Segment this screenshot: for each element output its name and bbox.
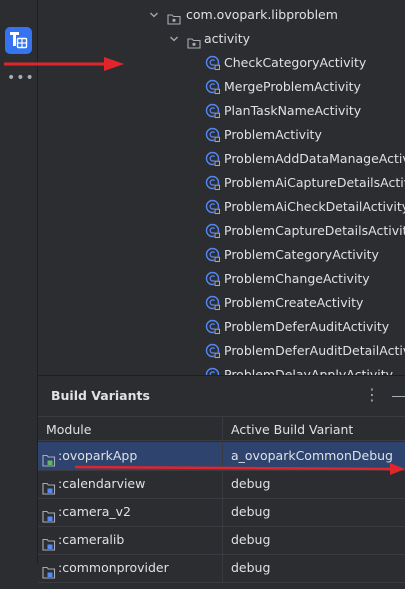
module-name: :calendarview <box>58 476 146 491</box>
activity-class-icon <box>205 103 221 119</box>
tree-item[interactable]: ProblemDeferAuditDetailActivity <box>38 339 405 363</box>
more-tool-windows-button[interactable]: ••• <box>7 70 34 86</box>
table-row[interactable]: :ovoparkApp a_ovoparkCommonDebug <box>38 442 405 471</box>
tree-row-package[interactable]: com.ovopark.libproblem <box>38 3 405 27</box>
tree-item[interactable]: ProblemDelayApplyActivity <box>38 363 405 375</box>
chevron-down-icon[interactable] <box>149 10 159 20</box>
module-icon <box>42 533 56 551</box>
module-cell[interactable]: :calendarview <box>38 470 223 498</box>
tree-item-label: ProblemActivity <box>224 127 322 142</box>
table-row[interactable]: :commonprovider debug <box>38 554 405 583</box>
tree-item[interactable]: ProblemAiCaptureDetailsActivity <box>38 171 405 195</box>
activity-class-icon <box>205 79 221 95</box>
tree-item[interactable]: ProblemCategoryActivity <box>38 243 405 267</box>
module-cell[interactable]: :camera_v2 <box>38 498 223 526</box>
tree-item[interactable]: ProblemAiCheckDetailActivity <box>38 195 405 219</box>
tree-item[interactable]: ProblemCaptureDetailsActivity <box>38 219 405 243</box>
tree-item-label: ProblemAiCaptureDetailsActivity <box>224 175 405 190</box>
package-folder-icon <box>187 33 201 49</box>
activity-class-icon <box>205 199 221 215</box>
table-row[interactable]: :cameralib debug <box>38 526 405 555</box>
module-cell[interactable]: :ovoparkApp <box>38 442 223 470</box>
activity-class-icon <box>205 343 221 359</box>
project-tree: com.ovopark.libproblem activity CheckCat… <box>38 0 405 375</box>
column-header-module[interactable]: Module <box>38 416 223 441</box>
activity-class-icon <box>205 151 221 167</box>
variant-cell[interactable]: debug <box>223 498 405 526</box>
minimize-icon[interactable] <box>392 396 405 397</box>
tree-item[interactable]: ProblemAddDataManageActivity <box>38 147 405 171</box>
tree-item[interactable]: ProblemChangeActivity <box>38 267 405 291</box>
build-variants-icon <box>10 32 28 49</box>
table-row[interactable]: :camera_v2 debug <box>38 498 405 527</box>
activity-class-icon <box>205 175 221 191</box>
activity-class-icon <box>205 55 221 71</box>
module-icon <box>42 477 56 495</box>
chevron-down-icon[interactable] <box>169 34 179 44</box>
package-label: com.ovopark.libproblem <box>186 7 338 22</box>
module-cell[interactable]: :commonprovider <box>38 554 223 582</box>
tree-item-label: ProblemCategoryActivity <box>224 247 379 262</box>
tree-item[interactable]: CheckCategoryActivity <box>38 51 405 75</box>
activity-class-icon <box>205 295 221 311</box>
folder-label: activity <box>204 31 251 46</box>
panel-options-icon[interactable]: ⋮ <box>364 385 380 404</box>
tree-item-label: ProblemChangeActivity <box>224 271 370 286</box>
tool-window-strip: ••• <box>0 0 38 564</box>
build-variants-tool-button[interactable] <box>5 27 32 54</box>
activity-class-icon <box>205 319 221 335</box>
activity-class-icon <box>205 127 221 143</box>
table-row[interactable]: :calendarview debug <box>38 470 405 499</box>
build-variants-panel: Build Variants ⋮ Module Active Build Var… <box>38 375 405 583</box>
tree-item-label: CheckCategoryActivity <box>224 55 367 70</box>
tree-item-label: ProblemAiCheckDetailActivity <box>224 199 405 214</box>
module-cell[interactable]: :cameralib <box>38 526 223 554</box>
module-icon <box>42 505 56 523</box>
module-name: :cameralib <box>58 532 125 547</box>
tree-item-label: MergeProblemActivity <box>224 79 361 94</box>
module-name: :camera_v2 <box>58 504 132 519</box>
tree-item[interactable]: PlanTaskNameActivity <box>38 99 405 123</box>
activity-class-icon <box>205 247 221 263</box>
variant-cell[interactable]: debug <box>223 554 405 582</box>
tree-item-label: ProblemCaptureDetailsActivity <box>224 223 405 238</box>
tree-item[interactable]: MergeProblemActivity <box>38 75 405 99</box>
activity-class-icon <box>205 271 221 287</box>
tree-item-label: ProblemDelayApplyActivity <box>224 367 393 375</box>
tree-item-label: ProblemDeferAuditDetailActivity <box>224 343 405 358</box>
module-icon <box>42 449 56 467</box>
tree-item[interactable]: ProblemDeferAuditActivity <box>38 315 405 339</box>
tree-item-label: ProblemCreateActivity <box>224 295 364 310</box>
module-name: :commonprovider <box>58 560 169 575</box>
tree-item[interactable]: ProblemActivity <box>38 123 405 147</box>
tree-item-label: ProblemDeferAuditActivity <box>224 319 390 334</box>
variant-cell[interactable]: a_ovoparkCommonDebug <box>223 442 405 470</box>
panel-title: Build Variants <box>51 388 150 403</box>
module-name: :ovoparkApp <box>58 448 138 463</box>
activity-class-icon <box>205 367 221 375</box>
tree-item-label: ProblemAddDataManageActivity <box>224 151 405 166</box>
tree-item-label: PlanTaskNameActivity <box>224 103 362 118</box>
activity-class-icon <box>205 223 221 239</box>
tree-item[interactable]: ProblemCreateActivity <box>38 291 405 315</box>
variant-cell[interactable]: debug <box>223 470 405 498</box>
module-icon <box>42 561 56 579</box>
package-folder-icon <box>167 9 181 25</box>
tree-row-folder[interactable]: activity <box>38 27 405 51</box>
column-header-active-build-variant[interactable]: Active Build Variant <box>223 416 405 441</box>
variant-cell[interactable]: debug <box>223 526 405 554</box>
